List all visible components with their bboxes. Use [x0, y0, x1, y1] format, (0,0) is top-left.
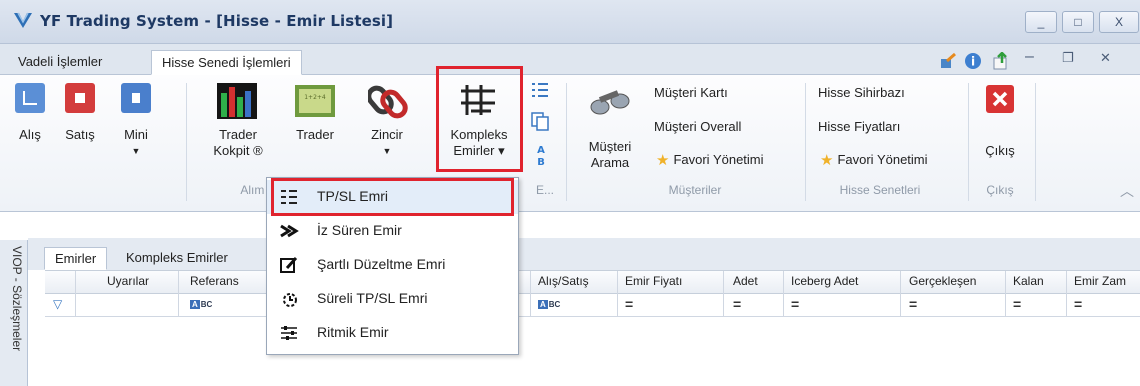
trader-icon: 1+2+4: [295, 85, 335, 117]
trader-kokpit-icon: [217, 83, 257, 119]
chevron-up-icon[interactable]: ︿: [1120, 181, 1134, 201]
musteri-arama-button[interactable]: Müşteri Arama: [578, 81, 642, 181]
side-panel-label[interactable]: VIOP - Sözleşmeler: [4, 246, 24, 386]
hisse-fiyatlari-item[interactable]: Hisse Fiyatları: [818, 119, 900, 134]
adet-filter[interactable]: =: [733, 296, 741, 312]
window-title: YF Trading System - [Hisse - Emir Listes…: [40, 12, 394, 30]
divider: [566, 83, 567, 201]
menu-item-sureli-tp-sl-emri[interactable]: Süreli TP/SL Emri: [267, 282, 518, 316]
orders-grid: Uyarılar Referans Alış/Satış Emir Fiyatı…: [45, 270, 1140, 386]
col-emir-zaman[interactable]: Emir Zam: [1074, 274, 1126, 288]
mini-icon: [121, 83, 151, 113]
ribbon-close-icon[interactable]: ✕: [1100, 50, 1120, 68]
divider: [186, 83, 187, 201]
col-uyarilar[interactable]: Uyarılar: [107, 274, 149, 288]
edit-icon: [280, 256, 298, 273]
emir-fiyati-filter[interactable]: =: [625, 296, 633, 312]
menu-item-iz-suren-emir[interactable]: İz Süren Emir: [267, 214, 518, 248]
app-logo-icon: [14, 12, 32, 28]
hisse-favori-item[interactable]: ★ Favori Yönetimi: [820, 151, 928, 169]
zincir-button[interactable]: Zincir ▼: [356, 81, 418, 181]
grid-filter-row: ▽ A BC A BC = = = = = =: [45, 294, 1140, 317]
divider: [1035, 83, 1036, 201]
svg-text:A: A: [537, 145, 545, 156]
musteri-overall-item[interactable]: Müşteri Overall: [654, 119, 741, 134]
grid-header-row: Uyarılar Referans Alış/Satış Emir Fiyatı…: [45, 271, 1140, 294]
divider: [805, 83, 806, 201]
chain-icon: [368, 85, 408, 119]
buy-icon: [15, 83, 45, 113]
tab-emirler[interactable]: Emirler: [44, 247, 108, 270]
svg-text:i: i: [971, 55, 975, 69]
info-icon[interactable]: i: [963, 52, 983, 70]
menu-item-ritmik-emir[interactable]: Ritmik Emir: [267, 316, 518, 350]
sort-ab-icon[interactable]: A B: [530, 143, 552, 167]
gerceklesen-filter[interactable]: =: [909, 296, 917, 312]
col-emir-fiyati[interactable]: Emir Fiyatı: [625, 274, 682, 288]
connection-icon[interactable]: [938, 52, 958, 70]
menu-item-sartli-duzeltme-emri[interactable]: Şartlı Düzeltme Emri: [267, 248, 518, 282]
star-icon: ★: [656, 152, 670, 169]
svg-text:1+2+4: 1+2+4: [304, 94, 326, 101]
maximize-button[interactable]: □: [1062, 11, 1094, 33]
satis-button[interactable]: Satış: [56, 81, 104, 181]
ribbon: Alış Satış Mini ▼ Trader Kokpit ® 1+2+4 …: [0, 66, 1140, 212]
hisse-sihirbazi-item[interactable]: Hisse Sihirbazı: [818, 85, 905, 100]
tp-sl-highlight: [271, 178, 514, 216]
col-adet[interactable]: Adet: [733, 274, 758, 288]
group-label-e: E...: [535, 183, 554, 197]
group-label-musteriler: Müşteriler: [668, 183, 722, 197]
tab-hisse-senedi-islemleri[interactable]: Hisse Senedi İşlemleri: [151, 50, 302, 75]
emir-zaman-filter[interactable]: =: [1074, 296, 1082, 312]
binoculars-icon: [590, 90, 630, 115]
group-label-hisse-senetleri: Hisse Senetleri: [839, 183, 921, 197]
col-iceberg-adet[interactable]: Iceberg Adet: [791, 274, 858, 288]
trader-button[interactable]: 1+2+4 Trader: [282, 81, 348, 181]
iceberg-adet-filter[interactable]: =: [791, 296, 799, 312]
group-label-cikis: Çıkış: [986, 183, 1014, 197]
musteri-karti-item[interactable]: Müşteri Kartı: [654, 85, 728, 100]
kompleks-emirler-highlight: [436, 66, 523, 172]
alis-button[interactable]: Alış: [10, 81, 50, 181]
kalan-filter[interactable]: =: [1013, 296, 1021, 312]
export-icon[interactable]: [992, 52, 1012, 70]
rhythm-sliders-icon: [281, 326, 297, 340]
col-referans[interactable]: Referans: [190, 274, 239, 288]
col-gerceklesen[interactable]: Gerçekleşen: [909, 274, 976, 288]
close-button[interactable]: X: [1099, 11, 1139, 33]
musteri-favori-item[interactable]: ★ Favori Yönetimi: [656, 151, 764, 169]
chevron-down-icon: ▼: [131, 146, 141, 156]
exit-icon: [986, 85, 1014, 113]
mini-button[interactable]: Mini ▼: [110, 81, 162, 181]
trailing-arrow-icon: [280, 224, 299, 238]
kompleks-emirler-dropdown: TP/SL Emri İz Süren Emir Şartlı Düzeltme…: [266, 177, 519, 355]
tab-kompleks-emirler[interactable]: Kompleks Emirler: [116, 247, 238, 270]
chevron-down-icon: ▼: [382, 146, 392, 156]
minimize-button[interactable]: _: [1025, 11, 1057, 33]
referans-filter[interactable]: A BC: [190, 300, 212, 309]
title-bar: YF Trading System - [Hisse - Emir Listes…: [0, 0, 1140, 44]
cikis-button[interactable]: Çıkış: [978, 81, 1022, 181]
copy-icon[interactable]: [530, 111, 550, 131]
alis-satis-filter[interactable]: A BC: [538, 300, 560, 309]
svg-text:B: B: [537, 157, 545, 167]
ribbon-restore-icon[interactable]: ❐: [1062, 50, 1082, 68]
divider: [968, 83, 969, 201]
tab-vadeli-islemler[interactable]: Vadeli İşlemler: [8, 50, 112, 75]
inner-tab-row: Emirler Kompleks Emirler: [28, 238, 1140, 270]
timer-icon: [283, 293, 297, 307]
list-icon[interactable]: [530, 81, 550, 99]
trader-kokpit-button[interactable]: Trader Kokpit ®: [200, 81, 276, 181]
star-icon: ★: [820, 152, 834, 169]
sell-icon: [65, 83, 95, 113]
ribbon-tab-row: Vadeli İşlemler Hisse Senedi İşlemleri i…: [0, 44, 1140, 75]
col-kalan[interactable]: Kalan: [1013, 274, 1044, 288]
filter-icon[interactable]: ▽: [53, 297, 62, 311]
col-alis-satis[interactable]: Alış/Satış: [538, 274, 589, 288]
ribbon-minimize-icon[interactable]: –: [1025, 48, 1045, 66]
